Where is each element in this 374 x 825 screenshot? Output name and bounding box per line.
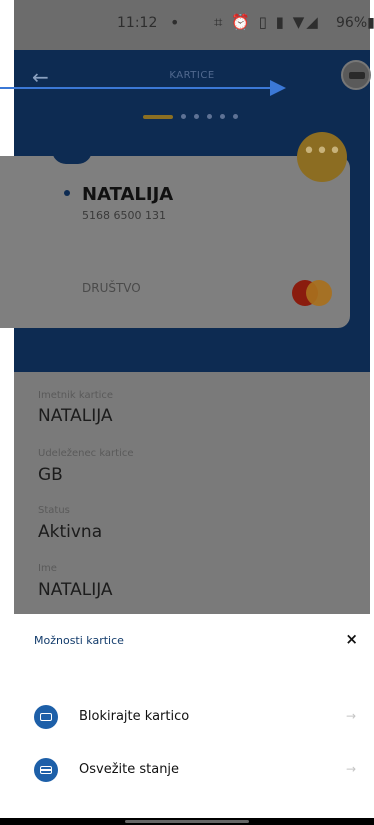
card-stripe (40, 769, 52, 771)
pager-dot[interactable] (233, 114, 238, 119)
option-block-card[interactable]: Blokirajte kartico → (14, 699, 370, 739)
card-refresh-icon (34, 758, 58, 782)
more-options-button[interactable]: ••• (297, 132, 347, 182)
status-bar: 11:12 • ⌗ ⏰ ▯ ▮ ▼◢ 96%▮ (14, 0, 374, 50)
detail-label-status: Status (38, 505, 70, 516)
home-indicator[interactable] (125, 820, 249, 823)
status-dot: • (170, 13, 180, 32)
status-time: 11:12 (117, 15, 158, 31)
card-details: Imetnik kartice NATALIJA Udeleženec kart… (14, 372, 370, 614)
card-options-sheet: Možnosti kartice × Blokirajte kartico → … (14, 614, 370, 818)
pager-dot[interactable] (220, 114, 225, 119)
detail-value-participant: GB (38, 465, 63, 485)
avatar[interactable] (341, 60, 371, 90)
annotation-arrow-head (270, 80, 286, 96)
detail-value-name: NATALIJA (38, 580, 113, 600)
detail-label-holder: Imetnik kartice (38, 390, 114, 401)
detail-label-participant: Udeleženec kartice (38, 448, 134, 459)
mastercard-yellow-circle (306, 280, 332, 306)
pager-dot[interactable] (194, 114, 199, 119)
pager-dot[interactable] (207, 114, 212, 119)
card-pager (143, 106, 246, 119)
detail-label-name: Ime (38, 563, 57, 574)
card-number: 5168 6500 131 (82, 209, 166, 222)
option-label-block: Blokirajte kartico (79, 709, 190, 724)
card-holder-name: NATALIJA (82, 184, 174, 205)
card-dot-icon (64, 190, 70, 196)
page-title: KARTICE (169, 70, 215, 81)
pager-dot-active[interactable] (143, 114, 173, 119)
close-icon[interactable]: × (345, 630, 358, 648)
chevron-right-icon: → (345, 709, 356, 723)
screen-left-edge (0, 0, 14, 825)
card-lock-icon (34, 705, 58, 729)
system-nav-bar (0, 818, 374, 825)
annotation-arrow-line (0, 87, 272, 89)
option-label-refresh: Osvežite stanje (79, 762, 180, 777)
card-glyph (40, 713, 52, 721)
sheet-title: Možnosti kartice (34, 634, 124, 647)
mastercard-logo-icon (292, 280, 340, 308)
battery-indicator: 96%▮ (336, 15, 374, 31)
detail-value-holder: NATALIJA (38, 406, 113, 426)
screen-right-edge (370, 0, 374, 825)
status-icons: ⌗ ⏰ ▯ ▮ ▼◢ (214, 13, 320, 31)
option-refresh-balance[interactable]: Osvežite stanje → (14, 752, 370, 792)
card-company: DRUŠTVO (82, 281, 141, 295)
pager-dot[interactable] (181, 114, 186, 119)
chevron-right-icon: → (345, 762, 356, 776)
detail-value-status: Aktivna (38, 522, 103, 542)
